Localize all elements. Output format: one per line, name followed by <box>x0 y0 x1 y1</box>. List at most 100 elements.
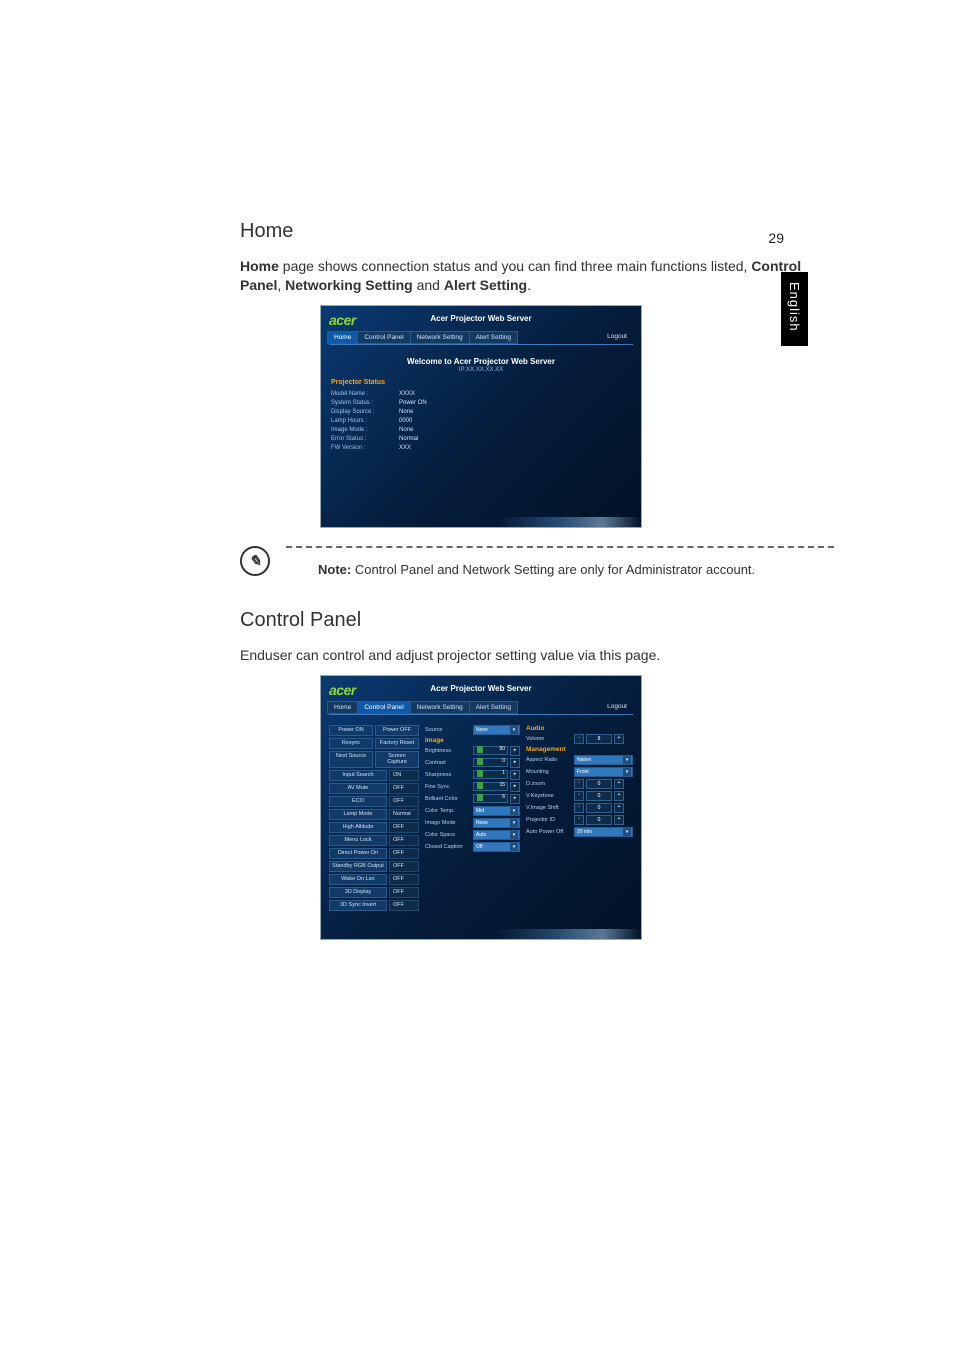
status-value: None <box>399 426 413 435</box>
note-prefix: Note: <box>318 562 351 577</box>
toggle-button[interactable]: High Altitude <box>329 822 387 833</box>
dzoom-label: D.zoom <box>526 781 572 787</box>
toggle-state: OFF <box>389 887 419 898</box>
select-box[interactable]: Auto <box>473 830 520 840</box>
tab-control-panel[interactable]: Control Panel <box>357 701 410 714</box>
select-label: Image Mode <box>425 820 471 826</box>
slider-up[interactable]: ▸ <box>510 758 520 768</box>
vkey-value: 0 <box>586 791 612 801</box>
toggle-button[interactable]: Wake On Lan <box>329 874 387 885</box>
select-box[interactable]: None <box>473 818 520 828</box>
action-button[interactable]: Power OFF <box>375 725 419 736</box>
home-heading: Home <box>240 220 834 243</box>
logout-link[interactable]: Logout <box>601 701 633 714</box>
slider[interactable]: 15 <box>473 782 508 791</box>
tab-alert-setting[interactable]: Alert Setting <box>469 701 518 714</box>
toggle-button[interactable]: 3D Display <box>329 887 387 898</box>
vshift-down[interactable]: - <box>574 803 584 813</box>
as-word: Alert Setting <box>444 277 527 293</box>
status-row: FW Version :XXX <box>331 444 631 453</box>
toggle-button[interactable]: Lamp Mode <box>329 809 387 820</box>
volume-up[interactable]: + <box>614 734 624 744</box>
select-box[interactable]: Off <box>473 842 520 852</box>
ws-title: Acer Projector Web Server <box>329 684 633 693</box>
status-key: FW Version : <box>331 444 399 453</box>
mounting-select[interactable]: Front <box>574 767 633 777</box>
slider[interactable]: 0 <box>473 758 508 767</box>
status-key: Model Name : <box>331 390 399 399</box>
slider[interactable]: 1 <box>473 770 508 779</box>
projid-value: 0 <box>586 815 612 825</box>
welcome-text: Welcome to Acer Projector Web Server <box>331 353 631 367</box>
dashed-line <box>286 546 834 548</box>
home-paragraph: Home page shows connection status and yo… <box>240 257 834 295</box>
slider-up[interactable]: ▸ <box>510 746 520 756</box>
toggle-state: OFF <box>389 874 419 885</box>
select-box[interactable]: Mid <box>473 806 520 816</box>
projid-up[interactable]: + <box>614 815 624 825</box>
note-icon: ✎ <box>240 546 270 576</box>
status-value: XXX <box>399 444 411 453</box>
aspect-select[interactable]: Native <box>574 755 633 765</box>
action-button[interactable]: Screen Capture <box>375 751 419 768</box>
tab-home[interactable]: Home <box>327 331 358 344</box>
home-para-mid: page shows connection status and you can… <box>279 258 751 274</box>
ip-text: IP:XX.XX.XX.XX <box>331 367 631 373</box>
end-dot: . <box>527 277 531 293</box>
slider-label: Contrast <box>425 760 471 766</box>
language-tab: English <box>781 272 808 346</box>
source-select[interactable]: None <box>473 725 520 735</box>
vshift-label: V.Image Shift <box>526 805 572 811</box>
slider-up[interactable]: ▸ <box>510 794 520 804</box>
vshift-value: 0 <box>586 803 612 813</box>
logout-link[interactable]: Logout <box>601 331 633 344</box>
slider-up[interactable]: ▸ <box>510 782 520 792</box>
status-value: None <box>399 408 413 417</box>
slider-up[interactable]: ▸ <box>510 770 520 780</box>
status-value: Normal <box>399 435 418 444</box>
slider-label: Brightness <box>425 748 471 754</box>
toggle-button[interactable]: ECO <box>329 796 387 807</box>
vkey-up[interactable]: + <box>614 791 624 801</box>
image-heading: Image <box>425 737 520 744</box>
screenshot-home: acer Acer Projector Web Server Home Cont… <box>320 305 642 528</box>
toggle-button[interactable]: AV Mute <box>329 783 387 794</box>
slider-value: 0 <box>502 758 505 764</box>
action-button[interactable]: Next Source <box>329 751 373 768</box>
status-key: System Status : <box>331 399 399 408</box>
slider[interactable]: 50 <box>473 746 508 755</box>
toggle-button[interactable]: Menu Lock <box>329 835 387 846</box>
projid-down[interactable]: - <box>574 815 584 825</box>
tab-home[interactable]: Home <box>327 701 358 714</box>
toggle-button[interactable]: 3D Sync Invert <box>329 900 387 911</box>
slider[interactable]: 6 <box>473 794 508 803</box>
tab-network-setting[interactable]: Network Setting <box>410 331 470 344</box>
action-button[interactable]: Resync <box>329 738 373 749</box>
status-row: Display Source :None <box>331 408 631 417</box>
vkey-down[interactable]: - <box>574 791 584 801</box>
dzoom-up[interactable]: + <box>614 779 624 789</box>
slider-label: Sharpness <box>425 772 471 778</box>
control-panel-paragraph: Enduser can control and adjust projector… <box>240 646 834 665</box>
dzoom-down[interactable]: - <box>574 779 584 789</box>
acer-logo: acer <box>329 682 356 698</box>
toggle-button[interactable]: Direct Power On <box>329 848 387 859</box>
left-column: Power ONPower OFFResyncFactory ResetNext… <box>329 725 419 913</box>
volume-down[interactable]: - <box>574 734 584 744</box>
status-row: System Status :Power ON <box>331 399 631 408</box>
tab-alert-setting[interactable]: Alert Setting <box>469 331 518 344</box>
slider-label: Fine Sync <box>425 784 471 790</box>
toggle-state: OFF <box>389 861 419 872</box>
autopwr-select[interactable]: 20 min <box>574 827 633 837</box>
volume-label: Volume <box>526 736 572 742</box>
action-button[interactable]: Power ON <box>329 725 373 736</box>
toggle-button[interactable]: Standby RGB Output <box>329 861 387 872</box>
tab-control-panel[interactable]: Control Panel <box>357 331 410 344</box>
toggle-state: OFF <box>389 835 419 846</box>
tab-network-setting[interactable]: Network Setting <box>410 701 470 714</box>
toggle-button[interactable]: Input Search <box>329 770 387 781</box>
action-button[interactable]: Factory Reset <box>375 738 419 749</box>
vshift-up[interactable]: + <box>614 803 624 813</box>
note-body: Control Panel and Network Setting are on… <box>351 562 755 577</box>
status-key: Display Source : <box>331 408 399 417</box>
